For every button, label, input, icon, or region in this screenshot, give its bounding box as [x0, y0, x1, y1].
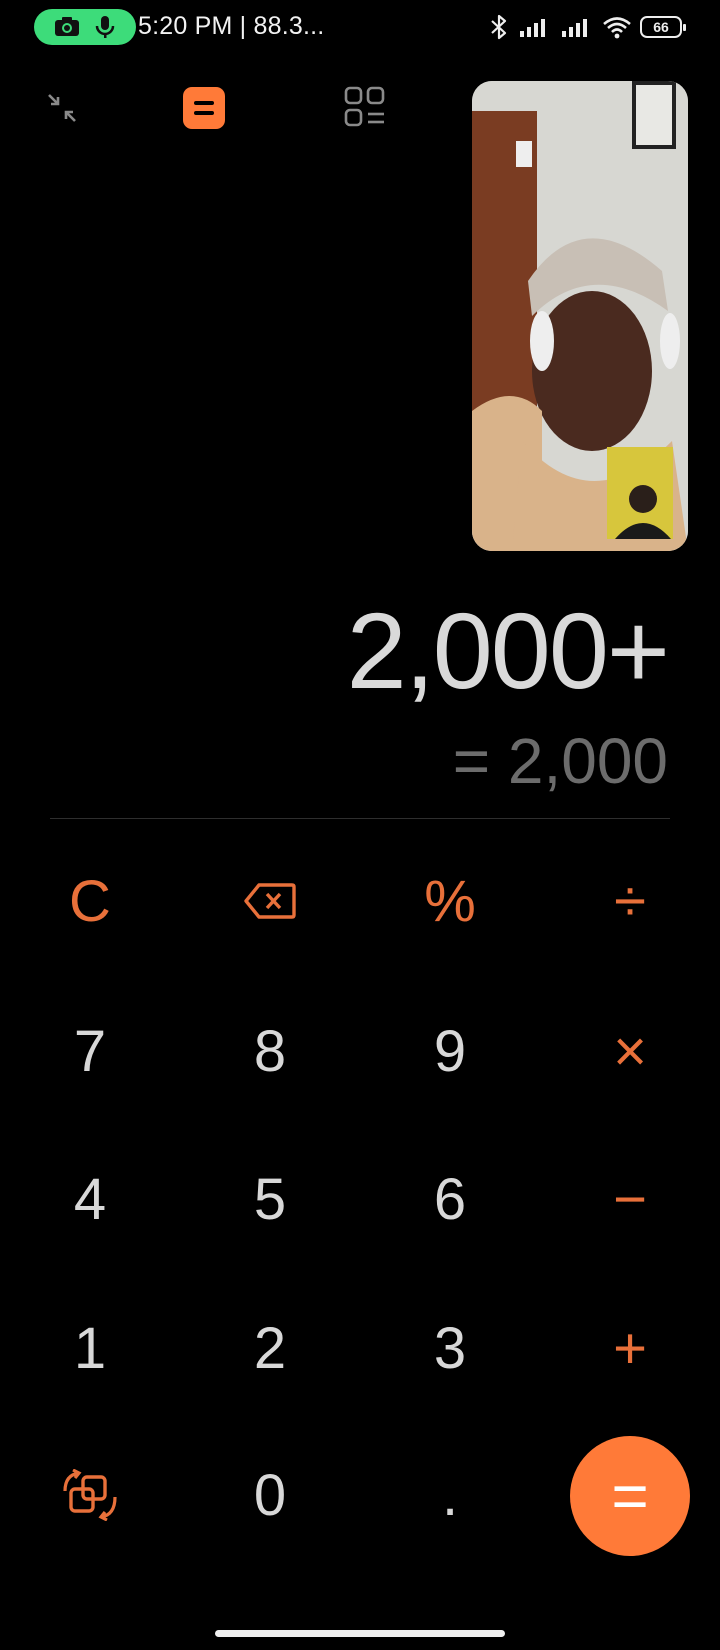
divide-button[interactable]: ÷ [570, 846, 690, 956]
equals-button[interactable]: = [570, 1436, 690, 1556]
multiply-button[interactable]: × [570, 996, 690, 1106]
digit-1-button[interactable]: 1 [30, 1293, 150, 1403]
self-view-thumbnail[interactable] [607, 447, 673, 539]
switch-mode-icon [63, 1469, 117, 1521]
bluetooth-icon [491, 14, 507, 40]
self-view-feed [607, 447, 673, 539]
signal-icon [520, 19, 545, 37]
signal-icon [562, 19, 587, 37]
digit-8-button[interactable]: 8 [210, 996, 330, 1106]
digit-5-button[interactable]: 5 [210, 1144, 330, 1254]
minus-button[interactable]: − [570, 1144, 690, 1254]
collapse-button[interactable] [40, 86, 84, 130]
collapse-icon [48, 94, 76, 122]
status-icons: 66 [488, 12, 686, 42]
backspace-icon [244, 883, 296, 919]
digit-0-button[interactable]: 0 [210, 1440, 330, 1550]
result-preview: = 2,000 [452, 725, 668, 797]
status-time: 5:20 PM | 88.3... [138, 12, 325, 40]
divider [50, 818, 670, 819]
digit-6-button[interactable]: 6 [390, 1144, 510, 1254]
calculator-mode-button[interactable] [183, 87, 225, 129]
digit-9-button[interactable]: 9 [390, 996, 510, 1106]
home-indicator[interactable] [215, 1630, 505, 1637]
backspace-button[interactable] [210, 846, 330, 956]
decimal-point-button[interactable]: . [390, 1440, 510, 1550]
digit-4-button[interactable]: 4 [30, 1144, 150, 1254]
digit-2-button[interactable]: 2 [210, 1293, 330, 1403]
expression-display: 2,000+ [346, 590, 670, 711]
status-bar: 5:20 PM | 88.3... 66 [0, 0, 720, 56]
digit-3-button[interactable]: 3 [390, 1293, 510, 1403]
battery-icon: 66 [640, 16, 686, 38]
menu-grid-button[interactable] [342, 84, 388, 130]
plus-button[interactable]: + [570, 1293, 690, 1403]
switch-mode-button[interactable] [30, 1440, 150, 1550]
digit-7-button[interactable]: 7 [30, 996, 150, 1106]
wifi-icon [603, 17, 631, 39]
clear-button[interactable]: C [30, 846, 150, 956]
microphone-icon [95, 16, 115, 38]
recording-indicator[interactable] [34, 9, 136, 45]
video-call-window[interactable] [472, 81, 688, 551]
percent-button[interactable]: % [390, 846, 510, 956]
menu-grid-icon [344, 86, 385, 127]
camera-icon [55, 17, 79, 36]
